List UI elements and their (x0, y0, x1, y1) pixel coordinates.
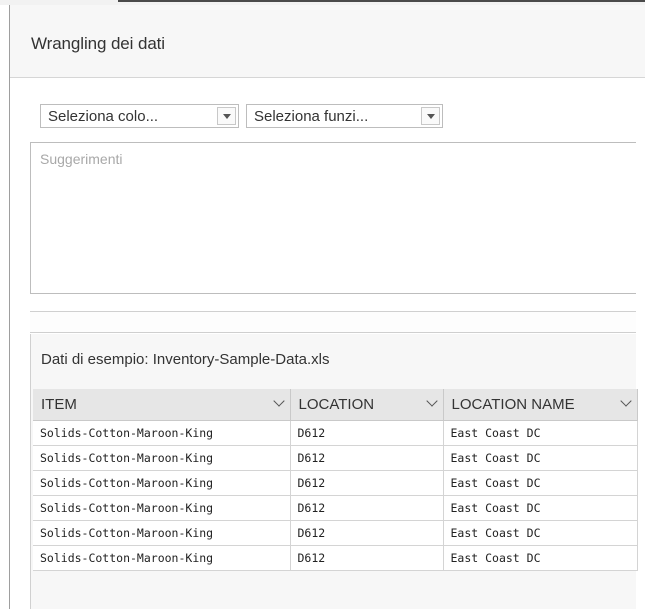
top-divider (118, 0, 645, 2)
column-header-location-name[interactable]: LOCATION NAME (443, 389, 638, 421)
column-header-item[interactable]: ITEM (33, 389, 291, 421)
suggestions-textarea[interactable]: Suggerimenti (30, 142, 636, 294)
table-cell: Solids-Cotton-Maroon-King (33, 495, 291, 521)
sample-data-table: ITEM LOCATION LOCATION NAME Solids-Cotto… (33, 389, 638, 571)
table-cell: East Coast DC (443, 495, 638, 521)
column-header-label: LOCATION (298, 396, 375, 413)
column-header-location[interactable]: LOCATION (290, 389, 444, 421)
table-row: Solids-Cotton-Maroon-King D612 East Coast … (33, 445, 638, 471)
table-cell: D612 (290, 545, 444, 571)
chevron-down-icon[interactable] (217, 107, 236, 125)
sample-data-panel: Dati di esempio: Inventory-Sample-Data.x… (30, 334, 638, 609)
table-cell: D612 (290, 470, 444, 496)
dialog-title: Wrangling dei dati (31, 34, 165, 53)
table-cell: D612 (290, 445, 444, 471)
function-select[interactable]: Seleziona funzi... (246, 104, 443, 128)
table-row: Solids-Cotton-Maroon-King D612 East Coast … (33, 545, 638, 571)
table-cell: East Coast DC (443, 470, 638, 496)
table-cell: Solids-Cotton-Maroon-King (33, 545, 291, 571)
table-cell: Solids-Cotton-Maroon-King (33, 470, 291, 496)
table-cell: East Coast DC (443, 445, 638, 471)
table-row: Solids-Cotton-Maroon-King D612 East Coast … (33, 470, 638, 496)
chevron-down-icon[interactable] (425, 395, 438, 407)
table-cell: Solids-Cotton-Maroon-King (33, 445, 291, 471)
table-row: Solids-Cotton-Maroon-King D612 East Coast … (33, 520, 638, 546)
column-select-label: Seleziona colo... (48, 108, 159, 125)
table-row: Solids-Cotton-Maroon-King D612 East Coast … (33, 495, 638, 521)
table-cell: D612 (290, 520, 444, 546)
table-cell: D612 (290, 495, 444, 521)
column-select[interactable]: Seleziona colo... (40, 104, 239, 128)
table-cell: East Coast DC (443, 420, 638, 446)
column-header-label: ITEM (41, 396, 77, 413)
column-header-label: LOCATION NAME (451, 396, 575, 413)
sample-data-title: Dati di esempio: Inventory-Sample-Data.x… (41, 351, 330, 368)
chevron-down-icon[interactable] (272, 395, 285, 407)
table-cell: Solids-Cotton-Maroon-King (33, 520, 291, 546)
table-header-row: ITEM LOCATION LOCATION NAME (33, 389, 638, 421)
suggestions-placeholder: Suggerimenti (40, 151, 123, 167)
table-row: Solids-Cotton-Maroon-King D612 East Coast … (33, 420, 638, 446)
table-cell: Solids-Cotton-Maroon-King (33, 420, 291, 446)
function-select-label: Seleziona funzi... (254, 108, 369, 125)
chevron-down-icon[interactable] (619, 395, 632, 407)
table-cell: East Coast DC (443, 520, 638, 546)
chevron-down-icon[interactable] (421, 107, 440, 125)
section-divider (30, 311, 636, 333)
dialog-header: Wrangling dei dati (10, 5, 645, 78)
table-cell: D612 (290, 420, 444, 446)
table-cell: East Coast DC (443, 545, 638, 571)
